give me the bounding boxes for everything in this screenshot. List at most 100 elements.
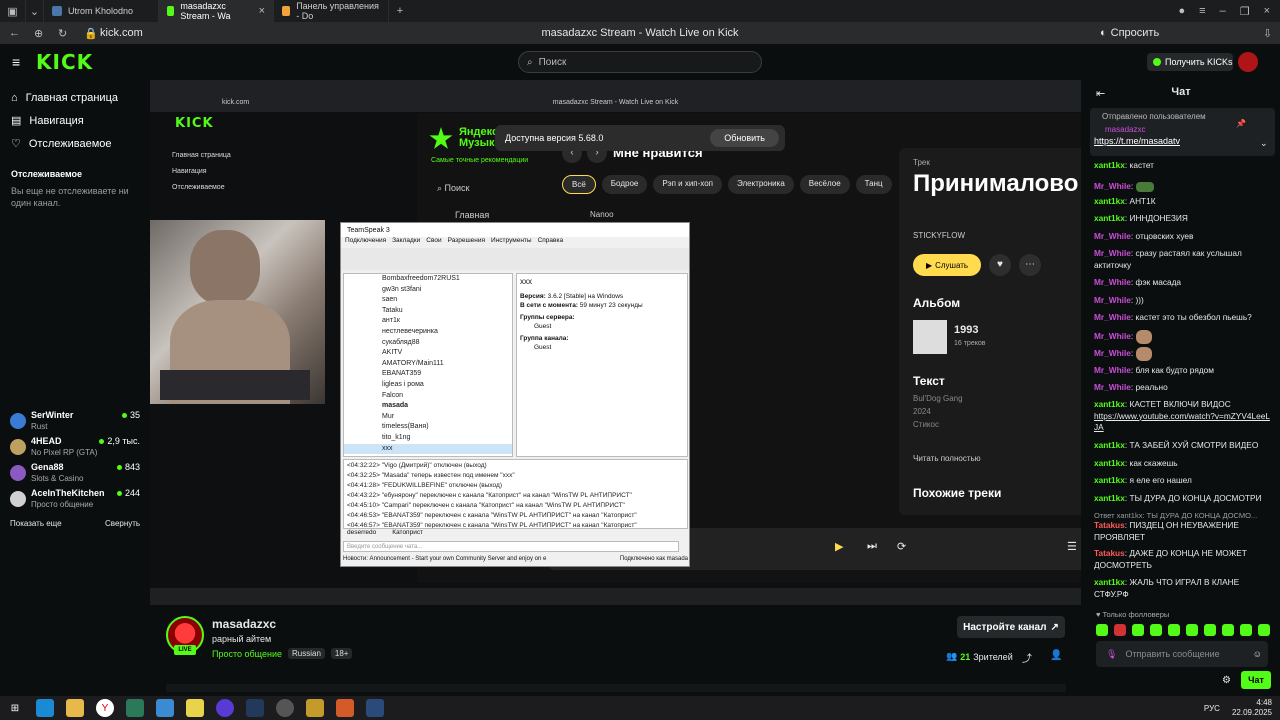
ts-user[interactable]: нестлевечеринка	[344, 327, 512, 338]
emote-icon[interactable]	[1186, 624, 1198, 636]
emote-icon[interactable]	[1114, 624, 1126, 636]
genre-tab[interactable]: Танц	[855, 175, 892, 194]
update-button[interactable]: Обновить	[710, 129, 779, 147]
channel-name[interactable]: masadazxc	[212, 617, 276, 631]
ts-user[interactable]: saen	[344, 295, 512, 306]
ts-user[interactable]: сукабляд88	[344, 338, 512, 349]
ts-tab[interactable]: deserredo	[347, 529, 376, 536]
app-icon[interactable]	[276, 699, 294, 717]
ts-user[interactable]: Bombaxfreedom72RUS1	[344, 274, 512, 285]
maximize-icon[interactable]: ❐	[1240, 5, 1250, 18]
url-text[interactable]: kick.com	[100, 27, 143, 39]
gear-icon[interactable]: ⚙	[1222, 675, 1231, 686]
download-icon[interactable]: ⇩	[1263, 27, 1272, 40]
yandex-icon[interactable]: Y	[96, 699, 114, 717]
emote-icon[interactable]	[1222, 624, 1234, 636]
reload-icon[interactable]: ↻	[58, 27, 67, 40]
new-tab-button[interactable]: +	[389, 0, 411, 22]
emote-icon[interactable]	[1150, 624, 1162, 636]
emote-icon[interactable]	[1096, 624, 1108, 636]
ts-user[interactable]: Mur	[344, 412, 512, 423]
listen-button[interactable]: ▶ Слушать	[913, 254, 981, 276]
ts-user-selected[interactable]: xxx	[344, 443, 512, 455]
close-icon[interactable]: ×	[259, 5, 265, 17]
setup-channel-button[interactable]: Настройте канал ↗	[957, 616, 1065, 638]
genre-tab[interactable]: Весёлое	[799, 175, 850, 194]
ym-search[interactable]: ⌕ Поиск	[437, 183, 470, 194]
channel-item[interactable]: SerWinter Rust 35	[10, 410, 140, 434]
next-icon[interactable]: ⏭	[867, 540, 877, 553]
ts-user[interactable]: ligleas i рома	[344, 380, 512, 391]
extension-icon[interactable]: ⊕	[34, 27, 43, 40]
queue-icon[interactable]: ☰	[1067, 540, 1077, 553]
language-indicator[interactable]: РУС	[1204, 704, 1220, 713]
tab-control-panel[interactable]: Панель управления - Do	[274, 0, 389, 22]
emote-icon[interactable]	[1132, 624, 1144, 636]
microphone-icon[interactable]: 🎙	[1106, 649, 1117, 660]
collapse-link[interactable]: Свернуть	[105, 519, 140, 528]
ts-user[interactable]: Tataku	[344, 306, 512, 317]
app-icon[interactable]	[186, 699, 204, 717]
bookmarks-icon[interactable]: ≡	[1199, 5, 1205, 18]
ts-chat-input[interactable]: Введите сообщение чата...	[343, 541, 679, 552]
tab-menu-button[interactable]: ▣	[0, 0, 26, 22]
genre-tab[interactable]: Рэп и хип-хоп	[653, 175, 722, 194]
youtube-link[interactable]: https://www.youtube.com/watch?v=mZYV4Lee…	[1094, 411, 1270, 433]
like-icon[interactable]: ♥	[989, 254, 1011, 276]
app-icon[interactable]	[336, 699, 354, 717]
emoji-icon[interactable]: ☺	[1253, 649, 1262, 659]
hamburger-icon[interactable]: ≡	[12, 54, 20, 70]
tab-masadazxc-stream[interactable]: masadazxc Stream - Wa ×	[159, 0, 274, 22]
get-kicks-button[interactable]: Получить KICKs	[1147, 53, 1233, 71]
kick-logo[interactable]: KICK	[36, 50, 93, 74]
ts-user[interactable]: timeless(Ваня)	[344, 422, 512, 433]
explorer-icon[interactable]	[66, 699, 84, 717]
sidebar-item-browse[interactable]: ▤ Навигация	[0, 109, 150, 132]
close-window-icon[interactable]: ×	[1264, 5, 1270, 18]
ts-tab[interactable]: Катоприст	[392, 529, 423, 536]
genre-tab[interactable]: Бодрое	[601, 175, 648, 194]
send-chat-button[interactable]: Чат	[1241, 671, 1271, 689]
play-icon[interactable]: ▶	[835, 540, 843, 553]
emote-icon[interactable]	[1258, 624, 1270, 636]
album-cover[interactable]	[913, 320, 947, 354]
emote-icon[interactable]	[1204, 624, 1216, 636]
minimize-icon[interactable]: –	[1220, 5, 1226, 18]
back-icon[interactable]: ←	[9, 27, 20, 39]
repeat-icon[interactable]: ⟳	[897, 540, 906, 553]
app-icon[interactable]	[156, 699, 174, 717]
video-player[interactable]: kick.com masadazxc Stream - Watch Live o…	[150, 80, 1081, 605]
obs-icon[interactable]	[216, 699, 234, 717]
tag[interactable]: 18+	[330, 648, 353, 659]
pin-icon[interactable]: 📌	[1236, 119, 1246, 128]
chevron-down-icon[interactable]: ⌄	[1260, 138, 1268, 149]
show-more-link[interactable]: Показать еще	[10, 519, 62, 528]
emote-icon[interactable]	[1168, 624, 1180, 636]
teamspeak-icon[interactable]	[366, 699, 384, 717]
tag[interactable]: Russian	[287, 648, 325, 659]
ts-user[interactable]: gw3n st3fani	[344, 285, 512, 296]
genre-tab[interactable]: Электроника	[728, 175, 794, 194]
tab-utrom[interactable]: Utrom Kholodno	[44, 0, 159, 22]
more-icon[interactable]: ⋯	[1019, 254, 1041, 276]
windows-start-icon[interactable]: ⊞	[6, 699, 24, 717]
chat-input[interactable]: 🎙 Отправить сообщение ☺	[1096, 641, 1268, 667]
ts-user[interactable]: tito_k1ng	[344, 433, 512, 444]
tab-dropdown[interactable]: ⌄	[26, 0, 44, 22]
ask-icon[interactable]: ◐ Спросить	[1100, 27, 1159, 39]
sidebar-item-following[interactable]: ♡ Отслеживаемое	[0, 132, 150, 155]
search-input[interactable]: ⌕ Поиск	[518, 51, 762, 73]
ts-user[interactable]: masada	[344, 401, 512, 412]
channel-item[interactable]: 4HEAD No Pixel RP (GTA) 2,9 тыс.	[10, 436, 140, 460]
follow-user-icon[interactable]: 👤	[1050, 650, 1062, 661]
share-icon[interactable]: ⤴	[1022, 650, 1032, 665]
steam-icon[interactable]	[246, 699, 264, 717]
category-link[interactable]: Просто общение	[212, 649, 282, 659]
ts-user[interactable]: AMATORY/Main111	[344, 359, 512, 370]
app-icon[interactable]	[306, 699, 324, 717]
ts-user[interactable]: EBANAT359	[344, 369, 512, 380]
emote-icon[interactable]	[1240, 624, 1252, 636]
ts-user[interactable]: AKITV	[344, 348, 512, 359]
user-avatar[interactable]	[1238, 52, 1258, 72]
sidebar-item-home[interactable]: ⌂ Главная страница	[0, 86, 150, 109]
